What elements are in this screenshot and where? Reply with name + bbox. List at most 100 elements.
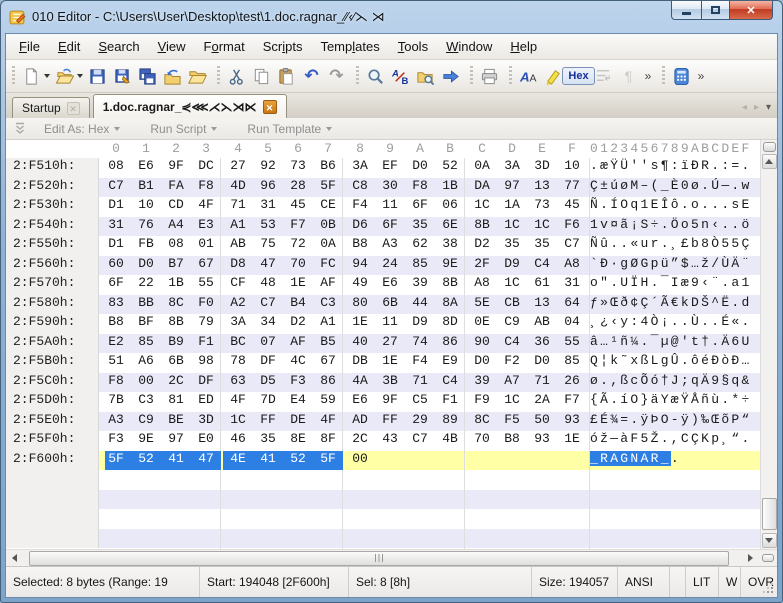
hex-byte[interactable] — [253, 509, 283, 529]
hex-byte[interactable]: 9F — [375, 392, 405, 412]
hex-byte[interactable]: A4 — [161, 217, 191, 237]
vertical-scrollbar[interactable] — [760, 140, 777, 549]
hex-byte[interactable]: 6F — [101, 275, 131, 295]
hex-byte[interactable]: 72 — [283, 236, 313, 256]
hex-byte[interactable]: 83 — [101, 295, 131, 315]
hex-byte[interactable] — [223, 529, 253, 549]
edit-as-dropdown[interactable]: Edit As: Hex — [44, 122, 120, 136]
vertical-scroll-track[interactable] — [762, 170, 777, 532]
hex-byte[interactable]: 45 — [283, 197, 313, 217]
hex-mode-button[interactable]: Hex — [566, 64, 591, 89]
hex-byte[interactable]: F9 — [467, 392, 497, 412]
hex-byte[interactable]: 4F — [191, 197, 221, 217]
hex-byte[interactable]: 1C — [497, 275, 527, 295]
hex-byte[interactable] — [375, 490, 405, 510]
tab-active-file[interactable]: 1.doc.ragnar_⋞⋘⋌⋋⋊⋉ ✕ — [93, 94, 287, 118]
hex-byte[interactable]: 10 — [131, 197, 161, 217]
hex-row[interactable]: 2:F530h:D110CD4F713145CEF4116F061C1A7345… — [6, 197, 760, 217]
hex-byte[interactable]: B8 — [101, 314, 131, 334]
hex-byte[interactable]: 1C — [497, 392, 527, 412]
hex-byte[interactable]: B9 — [161, 334, 191, 354]
hex-byte[interactable]: 8C — [161, 295, 191, 315]
hex-byte[interactable]: 5F — [101, 451, 131, 471]
save-all-button[interactable] — [135, 64, 160, 89]
hex-byte[interactable] — [527, 470, 557, 490]
vertical-scroll-thumb[interactable] — [762, 498, 777, 530]
hex-byte[interactable]: 41 — [161, 451, 191, 471]
hex-byte[interactable] — [313, 470, 343, 490]
row-ascii[interactable]: £É¾=.ÿÞO-ÿ)‰ŒõP“ — [590, 412, 758, 432]
hex-byte[interactable]: 71 — [223, 197, 253, 217]
collapse-chevrons-icon[interactable] — [14, 122, 26, 135]
hex-byte[interactable]: E6 — [345, 392, 375, 412]
hex-byte[interactable]: 00 — [131, 373, 161, 393]
hex-row[interactable]: 2:F560h:60D0B767D84770FC9424859E2FD9C4A8… — [6, 256, 760, 276]
hex-byte[interactable] — [131, 470, 161, 490]
hex-byte[interactable] — [161, 470, 191, 490]
hex-byte[interactable]: 86 — [435, 334, 465, 354]
hex-byte[interactable]: D2 — [467, 236, 497, 256]
hex-byte[interactable]: A6 — [131, 353, 161, 373]
hex-byte[interactable]: 04 — [557, 314, 587, 334]
row-ascii[interactable]: o".UÏH.¯Iæ9‹¨.a1 — [590, 275, 758, 295]
hex-byte[interactable]: 27 — [223, 158, 253, 178]
hex-byte[interactable]: 3B — [375, 373, 405, 393]
hex-byte[interactable]: 5E — [467, 295, 497, 315]
hex-byte[interactable] — [223, 509, 253, 529]
hex-byte[interactable]: F1 — [191, 334, 221, 354]
hex-byte[interactable]: 46 — [223, 431, 253, 451]
hex-byte[interactable] — [405, 470, 435, 490]
hex-byte[interactable]: 86 — [313, 373, 343, 393]
hex-byte[interactable]: 9E — [131, 431, 161, 451]
hex-byte[interactable]: 71 — [405, 373, 435, 393]
hex-byte[interactable]: DA — [467, 178, 497, 198]
hex-byte[interactable]: DB — [345, 353, 375, 373]
hex-byte[interactable] — [497, 451, 527, 471]
save-button[interactable] — [85, 64, 110, 89]
scroll-down-button[interactable] — [762, 533, 777, 548]
hex-byte[interactable] — [375, 529, 405, 549]
hex-byte[interactable]: 11 — [375, 314, 405, 334]
hex-byte[interactable]: 80 — [345, 295, 375, 315]
hex-byte[interactable]: C3 — [131, 392, 161, 412]
menu-templates[interactable]: Templates — [311, 36, 388, 57]
hex-byte[interactable] — [101, 529, 131, 549]
hex-byte[interactable] — [527, 509, 557, 529]
hex-byte[interactable]: A8 — [467, 275, 497, 295]
hex-byte[interactable]: 3A — [345, 158, 375, 178]
hex-byte[interactable]: ED — [191, 392, 221, 412]
hex-byte[interactable]: 4F — [313, 412, 343, 432]
hex-byte[interactable] — [101, 509, 131, 529]
hex-byte[interactable]: 2F — [467, 256, 497, 276]
hex-row[interactable]: 2:F5B0h:51A66B9878DF4C67DB1EF4E9D0F2D085… — [6, 353, 760, 373]
hex-byte[interactable]: 50 — [527, 412, 557, 432]
hex-byte[interactable]: 6B — [161, 353, 191, 373]
hex-byte[interactable]: 75 — [253, 236, 283, 256]
hex-byte[interactable]: 85 — [131, 334, 161, 354]
hex-byte[interactable] — [527, 490, 557, 510]
hex-byte[interactable] — [283, 490, 313, 510]
horizontal-scrollbar[interactable] — [6, 549, 777, 566]
hex-byte[interactable] — [253, 490, 283, 510]
open-file-button[interactable] — [52, 64, 77, 89]
hex-byte[interactable]: D0 — [131, 256, 161, 276]
hex-row[interactable]: 2:F5F0h:F39E97E046358E8F2C43C74B70B8931E… — [6, 431, 760, 451]
hex-byte[interactable] — [131, 529, 161, 549]
hex-byte[interactable]: 31 — [253, 197, 283, 217]
hex-byte[interactable]: 1E — [283, 275, 313, 295]
open-folder-button[interactable] — [185, 64, 210, 89]
hex-byte[interactable] — [557, 509, 587, 529]
hex-byte[interactable]: 97 — [161, 431, 191, 451]
tab-startup[interactable]: Startup ✕ — [12, 97, 90, 118]
hex-byte[interactable] — [405, 529, 435, 549]
toolbar-overflow-1[interactable]: » — [641, 69, 655, 83]
hex-byte[interactable]: A3 — [101, 412, 131, 432]
hex-byte[interactable] — [435, 470, 465, 490]
hex-byte[interactable]: A3 — [375, 236, 405, 256]
hex-byte[interactable]: 6F — [375, 217, 405, 237]
hex-byte[interactable]: 1C — [527, 217, 557, 237]
hex-byte[interactable]: 11 — [375, 197, 405, 217]
hex-byte[interactable] — [497, 529, 527, 549]
hex-byte[interactable]: EF — [375, 158, 405, 178]
hex-byte[interactable] — [527, 529, 557, 549]
